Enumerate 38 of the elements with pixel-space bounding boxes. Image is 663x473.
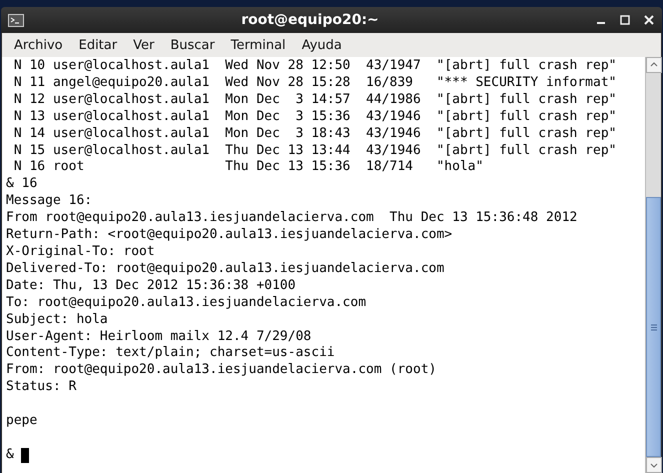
- cursor: [20, 448, 29, 463]
- scrollbar-thumb[interactable]: [646, 197, 661, 457]
- menu-item[interactable]: Editar: [70, 36, 126, 54]
- terminal-line: Status: R: [6, 379, 78, 396]
- terminal-line: Delivered-To: root@equipo20.aula13.iesjuandelacierva.com: [6, 260, 446, 278]
- menu-item[interactable]: Terminal: [222, 36, 294, 54]
- terminal-line: Subject: hola: [6, 312, 109, 328]
- menu-item[interactable]: Buscar: [162, 36, 223, 54]
- prompt: &: [6, 446, 14, 464]
- scroll-down-icon[interactable]: [646, 457, 662, 473]
- terminal-line: X-Original-To: root: [6, 244, 156, 261]
- terminal-line: Date: Thu, 13 Dec 2012 15:36:38 +0100: [6, 278, 297, 295]
- maximize-icon[interactable]: [620, 15, 630, 25]
- terminal-line: User-Agent: Heirloom mailx 12.4 7/29/08: [6, 328, 312, 346]
- terminal-line: & 16: [6, 176, 38, 194]
- terminal-line: Return-Path: <root@equipo20.aula13.iesjuandelacierva.com>: [6, 227, 454, 244]
- scroll-up-icon[interactable]: [646, 57, 662, 73]
- terminal-line: pepe: [6, 413, 38, 430]
- menu-item[interactable]: Archivo: [6, 36, 71, 54]
- menu-item[interactable]: Ayuda: [294, 36, 350, 54]
- terminal-line: From root@equipo20.aula13.iesjuandelacierva.com Thu Dec 13 15:36:48 2012: [6, 210, 578, 228]
- terminal-line: Message 16:: [6, 193, 94, 210]
- window-title: root@equipo20:~: [240, 12, 380, 28]
- terminal-line: N 11 angel@equipo20.aula1 Wed Nov 28 15:28 16/839 "*** SECURITY informat": [12, 74, 618, 92]
- terminal-icon: [8, 14, 24, 26]
- terminal-line: Content-Type: text/plain; charset=us-ascii: [6, 345, 336, 362]
- menu-item[interactable]: Ver: [125, 36, 162, 54]
- grip-icon: [650, 324, 656, 330]
- close-icon[interactable]: [644, 15, 654, 25]
- terminal-line: N 15 user@localhost.aula1 Thu Dec 13 13:44 43/1946 "[abrt] full crash rep": [12, 142, 618, 160]
- terminal-line: N 16 root Thu Dec 13 15:36 18/714 "hola": [12, 159, 484, 176]
- terminal-line: N 10 user@localhost.aula1 Wed Nov 28 12:50 43/1947 "[abrt] full crash rep": [12, 58, 618, 75]
- terminal-line: From: root@equipo20.aula13.iesjuandelacierva.com (root): [6, 362, 438, 380]
- terminal-line: To: root@equipo20.aula13.iesjuandelacierva.com: [6, 294, 368, 312]
- terminal-line: N 14 user@localhost.aula1 Mon Dec 3 18:43 43/1946 "[abrt] full crash rep": [12, 126, 618, 143]
- terminal-line: N 13 user@localhost.aula1 Mon Dec 3 15:36 43/1946 "[abrt] full crash rep": [12, 108, 618, 126]
- scrollbar[interactable]: [645, 57, 661, 473]
- terminal-line: N 12 user@localhost.aula1 Mon Dec 3 14:57 44/1986 "[abrt] full crash rep": [12, 92, 618, 109]
